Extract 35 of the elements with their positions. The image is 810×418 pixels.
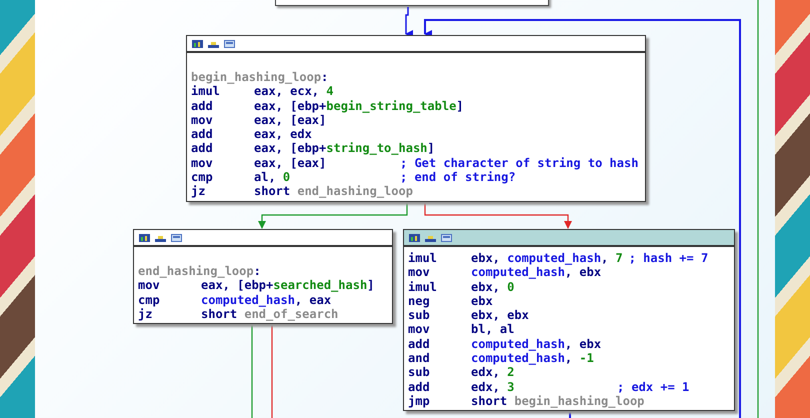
code-line: jmp short begin_hashing_loop (408, 394, 646, 408)
flow-arrow (405, 7, 413, 38)
code-label: end_hashing_loop: (138, 264, 261, 278)
graph-icon[interactable] (409, 234, 420, 242)
window-icon[interactable] (171, 234, 182, 242)
code-line: add eax, [ebp+string_to_hash] (191, 141, 436, 156)
code-line: mov eax, [eax] (191, 112, 327, 128)
code-line: add edx, 3 ; edx += 1 (408, 380, 690, 394)
code-line: sub ebx, ebx (408, 308, 530, 322)
window-icon[interactable] (441, 234, 452, 242)
flow-line (569, 411, 571, 418)
code-line: sub edx, 2 (408, 365, 516, 380)
chart-icon[interactable] (208, 40, 219, 48)
code-line: mov computed_hash, ebx (408, 265, 602, 280)
code-line: add eax, edx (191, 127, 313, 142)
code-line: imul ebx, computed_hash, 7 ; hash += 7 (408, 251, 708, 266)
code-line: cmp al, 0 ; end of string? (191, 170, 516, 184)
code-line: jz short end_hashing_loop (191, 184, 414, 199)
graph-icon[interactable] (139, 234, 150, 242)
chart-icon[interactable] (155, 234, 166, 242)
code-line: and computed_hash, -1 (408, 351, 595, 366)
window-icon[interactable] (224, 40, 235, 48)
code-line: cmp computed_hash, eax (138, 292, 332, 307)
code-line: imul ebx, 0 (408, 280, 516, 294)
code-line: mov eax, [eax] ; Get character of string to hash (191, 156, 638, 170)
code-line: mov eax, [ebp+searched_hash] (138, 278, 376, 293)
code-line: jz short end_of_search (138, 306, 340, 322)
code-line: neg ebx (408, 294, 494, 308)
code-line: add computed_hash, ebx (408, 336, 602, 352)
code-line: mov bl, al (408, 322, 516, 337)
code-line: add eax, [ebp+begin_string_table] (191, 98, 465, 113)
code-label: begin_hashing_loop: (191, 70, 328, 84)
chart-icon[interactable] (425, 234, 436, 242)
code-line: imul eax, ecx, 4 (191, 84, 334, 99)
graph-icon[interactable] (192, 40, 203, 48)
